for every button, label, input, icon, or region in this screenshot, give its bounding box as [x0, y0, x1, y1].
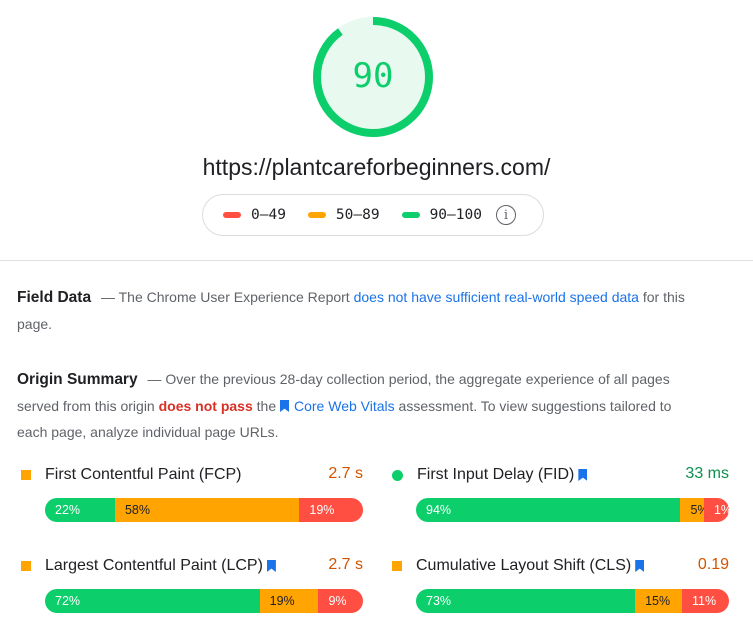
field-data-prefix: — The Chrome User Experience Report [100, 289, 350, 305]
divider [0, 260, 753, 261]
poor-segment: 9% [318, 589, 363, 613]
average-segment: 19% [259, 589, 319, 613]
distribution-bar: 94% 5% 1% [416, 498, 729, 522]
metric-name: Largest Contentful Paint (LCP) [45, 557, 263, 574]
poor-segment: 11% [682, 589, 729, 613]
bookmark-icon [635, 560, 645, 572]
origin-summary-section: Origin Summary — Over the previous 28-da… [17, 366, 697, 445]
metric-lcp: Largest Contentful Paint (LCP) 2.7 s 72%… [17, 556, 363, 632]
metric-value: 2.7 s [328, 465, 363, 482]
average-square-icon [21, 470, 31, 480]
field-data-link[interactable]: does not have sufficient real-world spee… [354, 289, 639, 305]
distribution-bar: 72% 19% 9% [45, 589, 363, 613]
metric-fid: First Input Delay (FID) 33 ms 94% 5% 1% [388, 465, 729, 545]
good-segment: 22% [45, 498, 115, 522]
good-segment: 94% [416, 498, 681, 522]
bookmark-icon [280, 400, 289, 412]
metric-value: 0.19 [697, 556, 729, 573]
field-data-title: Field Data [17, 289, 92, 306]
distribution-bar: 73% 15% 11% [416, 589, 729, 613]
metric-name: First Input Delay (FID) [417, 466, 575, 483]
core-web-vitals-link[interactable]: Core Web Vitals [280, 398, 395, 414]
legend-label: 50–89 [335, 207, 380, 223]
legend-item-fail: 0–49 [223, 207, 286, 223]
metric-name: Cumulative Layout Shift (CLS) [416, 557, 632, 574]
legend-label: 90–100 [429, 207, 482, 223]
poor-segment: 19% [299, 498, 363, 522]
legend-label: 0–49 [251, 207, 286, 223]
metric-name: First Contentful Paint (FCP) [45, 466, 242, 483]
legend-average-marker [307, 212, 326, 218]
distribution-bar: 22% 58% 19% [45, 498, 363, 522]
average-segment: 58% [114, 498, 300, 522]
score-legend: 0–49 50–89 90–100 i [202, 194, 544, 236]
good-circle-icon [392, 469, 403, 481]
origin-summary-title: Origin Summary [17, 371, 138, 388]
legend-fail-marker [223, 212, 241, 218]
average-segment: 5% [680, 498, 709, 522]
score-value: 90 [352, 56, 394, 96]
info-icon[interactable]: i [495, 205, 516, 225]
average-square-icon [392, 561, 402, 571]
core-web-vitals-label: Core Web Vitals [294, 398, 395, 414]
good-segment: 72% [45, 589, 260, 613]
metric-fcp: First Contentful Paint (FCP) 2.7 s 22% 5… [17, 465, 363, 545]
origin-summary-text: the [256, 398, 277, 414]
good-segment: 73% [416, 589, 636, 613]
metric-value: 2.7 s [328, 556, 363, 573]
performance-score-gauge: 90 [312, 16, 434, 138]
bookmark-icon [578, 469, 588, 481]
average-segment: 15% [635, 589, 683, 613]
fail-status-text: does not pass [158, 398, 253, 414]
metric-value: 33 ms [685, 465, 729, 482]
field-data-section: Field Data — The Chrome User Experience … [17, 284, 707, 337]
legend-item-average: 50–89 [307, 207, 380, 223]
poor-segment: 1% [703, 498, 729, 522]
metric-cls: Cumulative Layout Shift (CLS) 0.19 73% 1… [388, 556, 729, 632]
average-square-icon [21, 561, 31, 571]
legend-item-pass: 90–100 [401, 207, 482, 223]
bookmark-icon [266, 560, 276, 572]
legend-pass-marker [401, 212, 420, 218]
page-url: https://plantcareforbeginners.com/ [202, 154, 551, 180]
